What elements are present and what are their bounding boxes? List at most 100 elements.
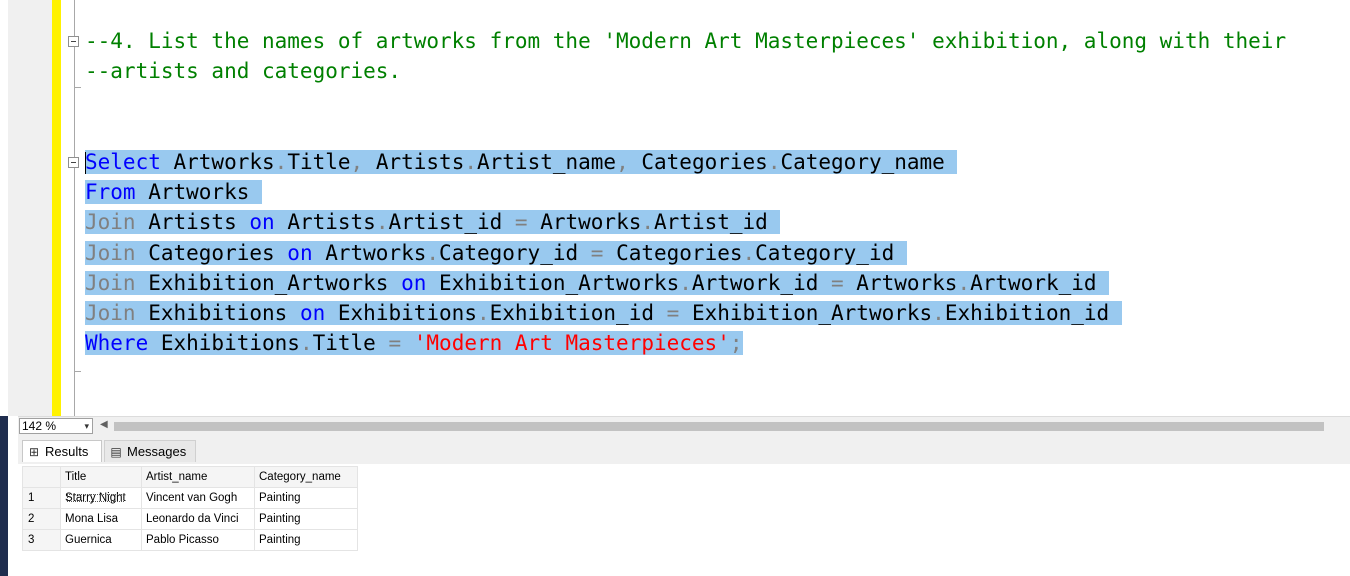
code-token: . <box>767 150 781 174</box>
change-tracking-bar <box>52 0 61 416</box>
horizontal-scrollbar-thumb[interactable] <box>114 422 1324 431</box>
code-token: Category_id <box>755 241 907 265</box>
code-token: Artist_id <box>388 210 515 234</box>
keyword-select: Select <box>85 150 161 174</box>
code-token: Artists <box>135 210 250 234</box>
keyword-where: Where <box>85 331 149 355</box>
row-header-corner[interactable] <box>22 466 61 488</box>
code-token: Artist_id <box>654 210 781 234</box>
table-row[interactable]: 3 Guernica Pablo Picasso Painting <box>22 529 358 551</box>
code-token: . <box>426 241 440 265</box>
fold-line <box>74 372 75 416</box>
results-grid[interactable]: Title Artist_name Category_name 1 Starry… <box>22 466 358 551</box>
fold-line <box>74 47 75 87</box>
code-token: = <box>590 241 604 265</box>
code-token: = <box>666 301 680 325</box>
keyword-from: From <box>85 180 136 204</box>
table-row[interactable]: 1 Starry Night Vincent van Gogh Painting <box>22 487 358 509</box>
code-token: Exhibition_id <box>944 301 1122 325</box>
code-token: . <box>274 150 288 174</box>
code-token: . <box>464 150 477 174</box>
keyword-join: Join <box>85 210 136 234</box>
grid-cell[interactable]: Vincent van Gogh <box>141 487 255 509</box>
grid-cell[interactable]: Guernica <box>60 529 142 551</box>
zoom-value: 142 % <box>22 419 57 433</box>
messages-icon: ▤ <box>110 445 122 459</box>
code-token: Artworks <box>312 241 427 265</box>
code-token: Exhibition_Artworks <box>426 271 680 295</box>
column-header-title[interactable]: Title <box>60 466 142 488</box>
code-token: . <box>932 301 945 325</box>
keyword-join: Join <box>85 241 136 265</box>
grid-cell[interactable]: Leonardo da Vinci <box>141 508 255 530</box>
fold-end <box>74 87 81 88</box>
tab-messages[interactable]: ▤ Messages <box>104 440 196 462</box>
sql-line-from[interactable]: From Artworks <box>85 177 263 207</box>
sql-line-join-categories[interactable]: Join Categories on Artworks.Category_id … <box>85 238 907 268</box>
code-token: Exhibition_id <box>489 301 667 325</box>
code-token: Exhibitions <box>135 301 300 325</box>
collapse-query-icon[interactable] <box>68 157 79 168</box>
tab-results-label: Results <box>45 444 89 459</box>
code-token: . <box>742 241 756 265</box>
sql-line-select[interactable]: Select Artworks.Title, Artists.Artist_na… <box>85 147 958 177</box>
fold-line <box>74 88 75 157</box>
keyword-join: Join <box>85 271 136 295</box>
column-header-category-name[interactable]: Category_name <box>254 466 358 488</box>
code-token: Artists <box>363 150 465 174</box>
code-token: Categories <box>603 241 743 265</box>
row-number[interactable]: 3 <box>22 529 61 551</box>
editor-gutter <box>8 0 52 416</box>
code-token: Artworks <box>527 210 642 234</box>
code-token: Category_id <box>439 241 591 265</box>
code-token: . <box>299 331 313 355</box>
results-panel: ⊞ Results ▤ Messages Title Artist_name Cat… <box>18 436 1350 576</box>
sql-line-join-exhibition-artworks[interactable]: Join Exhibition_Artworks on Exhibition_A… <box>85 268 1110 298</box>
code-token: Exhibitions <box>148 331 300 355</box>
sql-line-where[interactable]: Where Exhibitions.Title = 'Modern Art Ma… <box>85 328 743 358</box>
code-token: Artists <box>274 210 376 234</box>
grid-cell[interactable]: Starry Night <box>65 492 126 504</box>
code-token: Artwork_id <box>691 271 831 295</box>
zoom-dropdown[interactable]: 142 % ▾ <box>19 418 93 434</box>
code-token: Title <box>312 331 389 355</box>
code-token: . <box>476 301 490 325</box>
grid-cell[interactable]: Pablo Picasso <box>141 529 255 551</box>
sql-line-join-exhibitions[interactable]: Join Exhibitions on Exhibitions.Exhibiti… <box>85 298 1122 328</box>
query-editor[interactable]: --4. List the names of artworks from the… <box>0 0 1350 416</box>
code-token: . <box>679 271 692 295</box>
table-row[interactable]: 2 Mona Lisa Leonardo da Vinci Painting <box>22 508 358 530</box>
code-token: Artworks <box>160 150 275 174</box>
code-token: = <box>514 210 528 234</box>
tab-messages-label: Messages <box>127 444 187 459</box>
code-token: , <box>616 150 629 174</box>
keyword-join: Join <box>85 301 136 325</box>
grid-cell[interactable]: Mona Lisa <box>60 508 142 530</box>
sql-line-join-artists[interactable]: Join Artists on Artists.Artist_id = Artw… <box>85 207 781 237</box>
keyword-on: on <box>249 210 275 234</box>
scroll-left-arrow-icon[interactable]: ◀ <box>100 419 108 430</box>
code-token: Artworks <box>843 271 958 295</box>
string-literal: 'Modern Art Masterpieces' <box>413 331 730 355</box>
fold-line <box>74 0 75 36</box>
comment-line-2[interactable]: --artists and categories. <box>85 56 401 86</box>
code-token: Categories <box>135 241 288 265</box>
comment-line-1[interactable]: --4. List the names of artworks from the… <box>85 26 1286 56</box>
grid-cell[interactable]: Painting <box>254 529 358 551</box>
results-header-row: Title Artist_name Category_name <box>22 466 358 488</box>
code-token: Category_name <box>780 150 958 174</box>
code-token: . <box>641 210 655 234</box>
collapse-comment-icon[interactable] <box>68 36 79 47</box>
row-number[interactable]: 1 <box>22 487 61 509</box>
keyword-on: on <box>287 241 313 265</box>
code-token: Artwork_id <box>970 271 1110 295</box>
tab-results[interactable]: ⊞ Results <box>22 440 102 462</box>
code-token: . <box>375 210 389 234</box>
code-token: , <box>350 150 364 174</box>
chevron-down-icon[interactable]: ▾ <box>84 419 89 433</box>
column-header-artist-name[interactable]: Artist_name <box>141 466 255 488</box>
row-number[interactable]: 2 <box>22 508 61 530</box>
grid-cell[interactable]: Painting <box>254 487 358 509</box>
code-token: Title <box>287 150 351 174</box>
grid-cell[interactable]: Painting <box>254 508 358 530</box>
